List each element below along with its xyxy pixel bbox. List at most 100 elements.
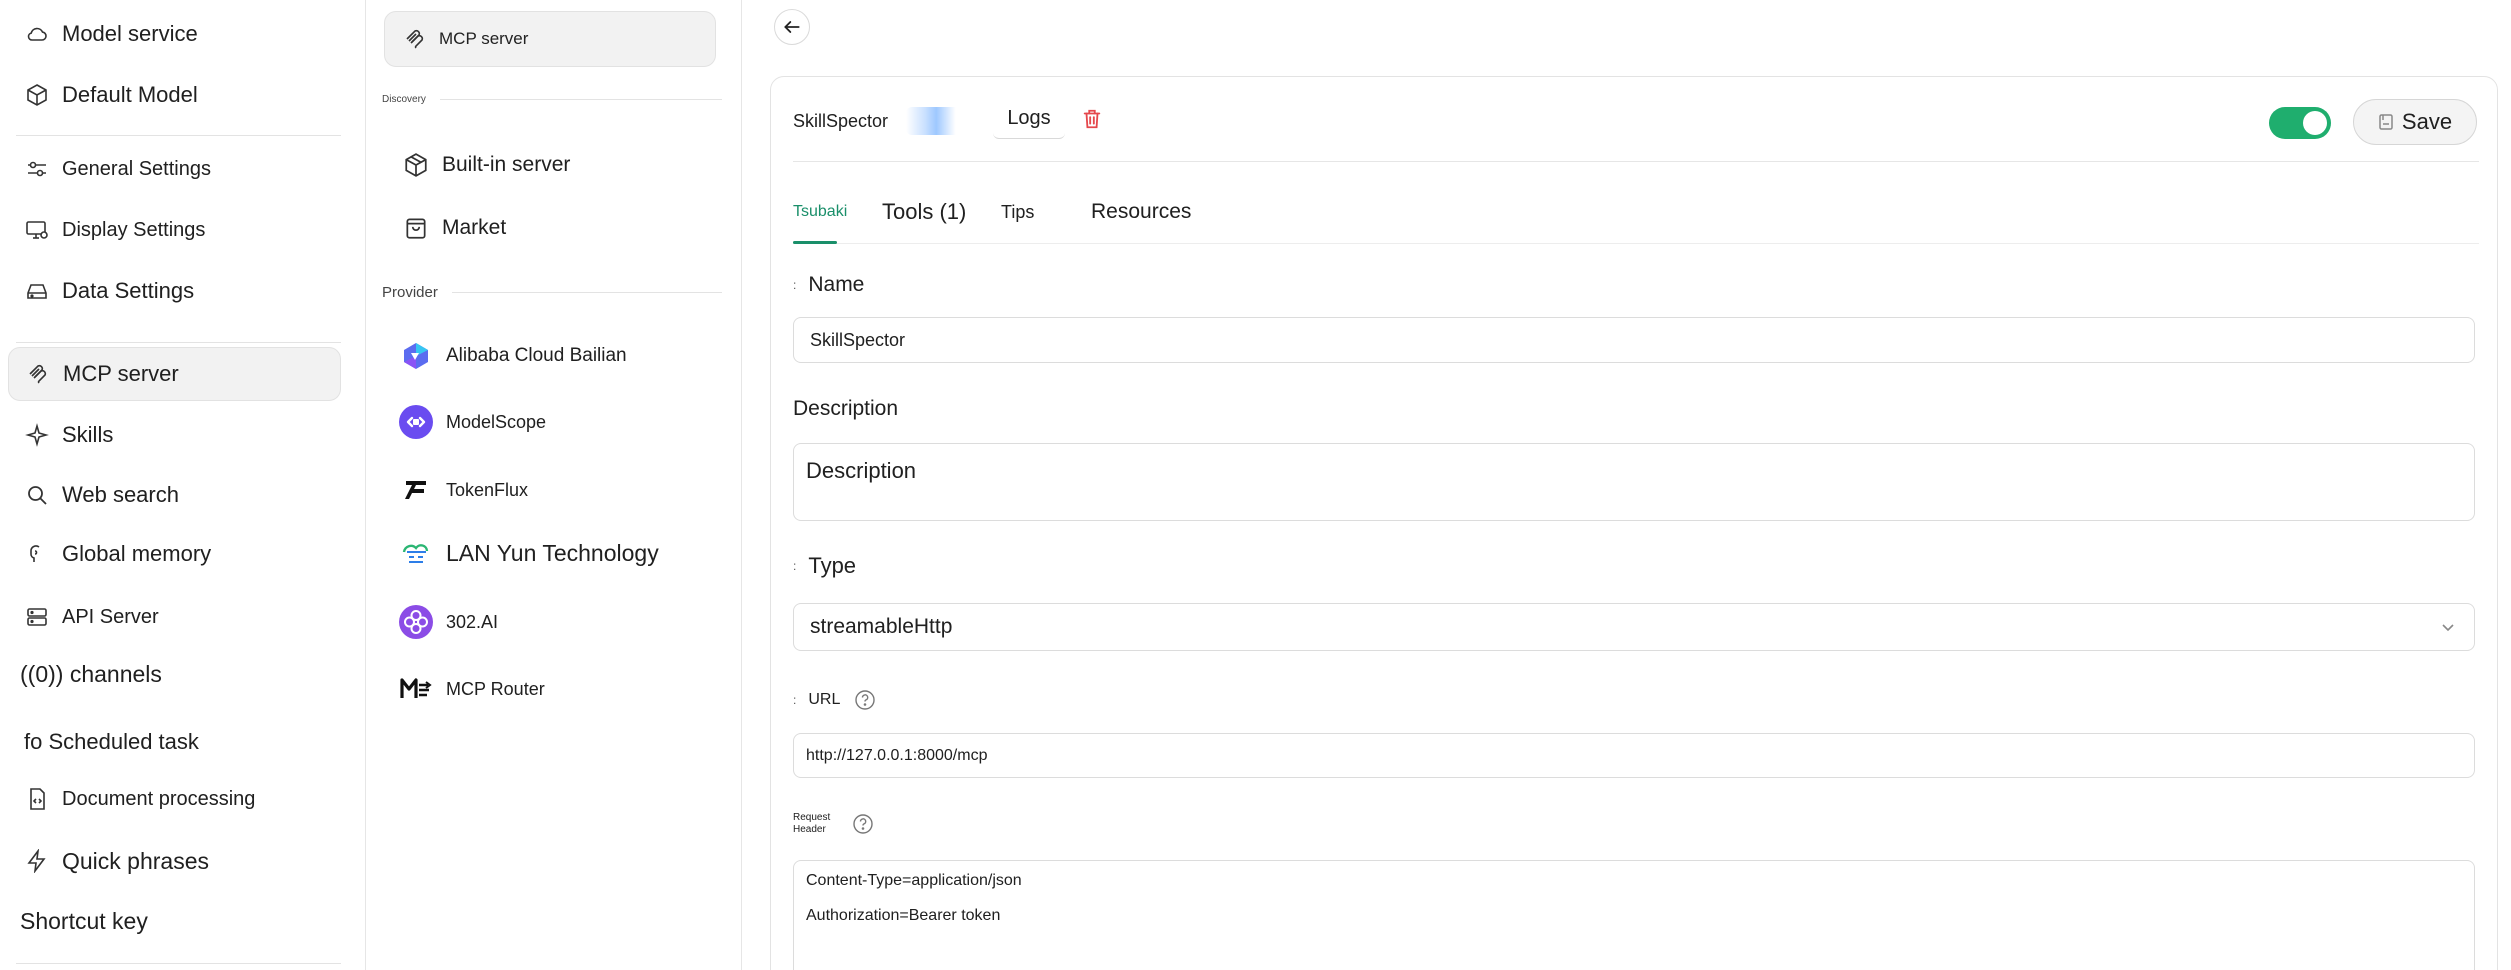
sidebar-item-label: MCP server xyxy=(63,361,179,386)
sidebar-item-model-service[interactable]: Model service xyxy=(8,7,341,61)
url-input-value: http://127.0.0.1:8000/mcp xyxy=(806,746,988,764)
tab-label: Tips xyxy=(1001,201,1035,222)
sidebar-item-web-search[interactable]: Web search xyxy=(8,468,341,522)
active-tab-indicator xyxy=(793,241,837,244)
zap-icon xyxy=(24,848,50,874)
provider-item-302ai[interactable]: 302.AI xyxy=(398,597,718,647)
help-circle-icon[interactable] xyxy=(852,813,874,835)
sidebar-item-label: Document processing xyxy=(62,787,256,810)
chevron-down-icon xyxy=(2440,619,2456,635)
hard-drive-icon xyxy=(24,278,50,304)
cube-icon xyxy=(24,82,50,108)
provider-item-lan-yun-technology[interactable]: LAN Yun Technology xyxy=(398,528,718,578)
url-label: URL xyxy=(808,691,841,708)
tab-tools[interactable]: Tools (1) xyxy=(882,187,966,237)
name-input[interactable]: SkillSpector xyxy=(793,317,2475,363)
sidebar-item-label: Model service xyxy=(62,21,198,46)
sidebar-item-general-settings[interactable]: General Settings xyxy=(8,142,341,196)
sidebar-item-label: Quick phrases xyxy=(62,847,210,874)
mcp-server-list: MCP server Discovery Built-in server Mar… xyxy=(366,0,742,970)
sidebar-item-mcp-server[interactable]: MCP server xyxy=(8,347,341,401)
provider-item-tokenflux[interactable]: TokenFlux xyxy=(398,465,718,515)
provider-label: Provider xyxy=(382,284,438,301)
provider-item-label: Alibaba Cloud Bailian xyxy=(446,345,627,366)
sidebar-item-display-settings[interactable]: Display Settings xyxy=(8,203,341,257)
request-header-field-label: Request Header xyxy=(793,812,874,836)
sidebar-item-label: Web search xyxy=(62,482,179,507)
package-icon xyxy=(402,151,430,179)
url-field-label: : URL xyxy=(793,689,876,711)
discovery-item-label: Built-in server xyxy=(442,153,571,176)
description-placeholder: Description xyxy=(806,458,917,483)
description-textarea[interactable]: Description xyxy=(793,443,2475,521)
help-circle-icon[interactable] xyxy=(854,689,876,711)
file-code-icon xyxy=(24,786,50,812)
sidebar-item-document-processing[interactable]: Document processing xyxy=(8,772,341,826)
provider-section-header: Provider xyxy=(382,284,722,301)
server-name: SkillSpector xyxy=(793,111,889,131)
url-input[interactable]: http://127.0.0.1:8000/mcp xyxy=(793,733,2475,778)
server-tabs: Tsubaki Tools (1) Tips Resources xyxy=(793,187,2483,237)
server-detail-card: SkillSpector Logs Save Tsubaki Tools (1)… xyxy=(770,76,2498,970)
description-field-label: Description xyxy=(793,397,898,421)
shopping-bag-icon xyxy=(402,214,430,242)
type-select[interactable]: streamableHttp xyxy=(793,603,2475,651)
tab-resources[interactable]: Resources xyxy=(1091,187,1191,237)
mcp-server-item-label: MCP server xyxy=(439,29,529,48)
sidebar-item-skills[interactable]: Skills xyxy=(8,408,341,462)
provider-item-mcp-router[interactable]: MCP Router xyxy=(398,664,718,714)
section-divider xyxy=(451,292,722,293)
request-header-textarea[interactable]: Content-Type=application/json Authorizat… xyxy=(793,860,2475,970)
discovery-item-built-in-server[interactable]: Built-in server xyxy=(402,140,722,190)
tab-label: Tools (1) xyxy=(882,199,967,224)
request-header-line: Content-Type=application/json xyxy=(806,872,1022,889)
sidebar-item-label: Global memory xyxy=(62,541,212,566)
mcp-server-item[interactable]: MCP server xyxy=(384,11,716,67)
required-mark: : xyxy=(793,559,797,573)
section-divider xyxy=(439,99,722,100)
sidebar-item-label: fo Scheduled task xyxy=(24,729,199,754)
provider-item-label: TokenFlux xyxy=(446,479,529,500)
name-label: Name xyxy=(808,273,865,296)
tab-tips[interactable]: Tips xyxy=(1001,187,1034,237)
tab-tsubaki[interactable]: Tsubaki xyxy=(793,187,847,237)
sidebar-item-global-memory[interactable]: Global memory xyxy=(8,527,341,581)
type-field-label: : Type xyxy=(793,553,856,579)
sidebar-item-api-server[interactable]: API Server xyxy=(8,590,341,644)
brain-icon xyxy=(24,541,50,567)
tabs-divider xyxy=(793,243,2479,244)
sidebar-item-channels[interactable]: ((0)) channels xyxy=(8,647,341,701)
sidebar-item-scheduled-task[interactable]: fo Scheduled task xyxy=(8,715,341,769)
description-label: Description xyxy=(793,397,899,420)
save-button[interactable]: Save xyxy=(2353,99,2477,145)
request-header-label: Request Header xyxy=(793,812,830,836)
sidebar-item-label: Default Model xyxy=(62,82,198,107)
sidebar-item-default-model[interactable]: Default Model xyxy=(8,68,341,122)
sidebar-divider xyxy=(16,135,341,136)
discovery-item-market[interactable]: Market xyxy=(402,203,722,253)
sidebar-item-label: API Server xyxy=(62,605,159,628)
sidebar-item-shortcut-key[interactable]: Shortcut key xyxy=(8,894,341,948)
provider-item-label: ModelScope xyxy=(446,411,547,432)
tokenflux-logo-icon xyxy=(398,472,434,508)
back-button[interactable] xyxy=(774,9,810,45)
server-icon xyxy=(24,604,50,630)
sidebar-item-data-settings[interactable]: Data Settings xyxy=(8,264,341,318)
provider-item-alibaba-cloud-bailian[interactable]: Alibaba Cloud Bailian xyxy=(398,331,718,381)
type-label: Type xyxy=(808,553,857,578)
logs-button-label: Logs xyxy=(1007,107,1051,129)
provider-item-modelscope[interactable]: ModelScope xyxy=(398,397,718,447)
save-icon xyxy=(2378,113,2394,131)
request-header-label-line: Request xyxy=(793,812,831,823)
bailian-logo-icon xyxy=(398,338,434,374)
trash-icon[interactable] xyxy=(1081,107,1105,133)
required-mark: : xyxy=(793,278,797,292)
server-enabled-toggle[interactable] xyxy=(2269,107,2331,139)
request-header-line: Authorization=Bearer token xyxy=(806,907,1001,924)
cloud-icon xyxy=(24,21,50,47)
sidebar-item-quick-phrases[interactable]: Quick phrases xyxy=(8,834,341,888)
logs-button[interactable]: Logs xyxy=(993,99,1065,139)
server-detail-header: SkillSpector Logs Save xyxy=(771,77,2497,161)
sidebar-divider xyxy=(16,342,341,343)
provider-item-label: MCP Router xyxy=(446,678,545,699)
